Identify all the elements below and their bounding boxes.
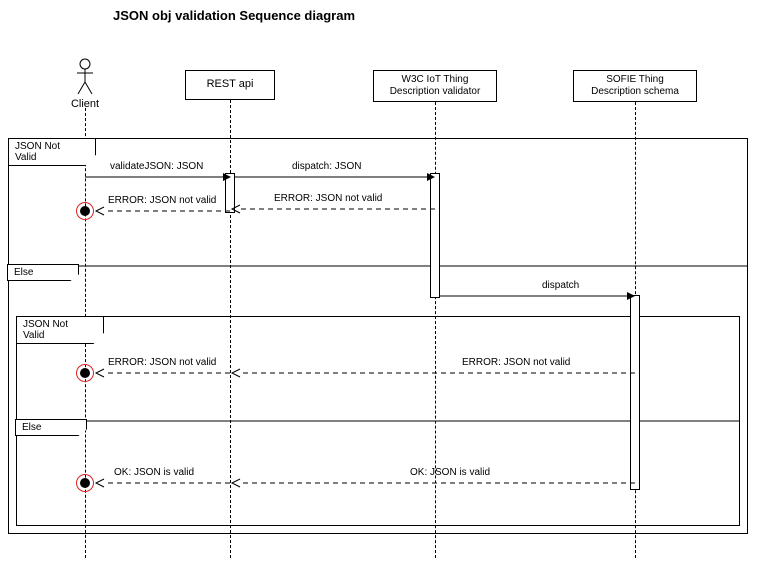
guard-else-outer: Else (7, 264, 79, 281)
guard-json-not-valid-1: JSON Not Valid (8, 138, 96, 166)
termination-2 (76, 364, 94, 382)
msg-validate-json-label: validateJSON: JSON (108, 161, 205, 172)
participant-w3c: W3C IoT Thing Description validator (373, 70, 497, 102)
msg-error-1 (230, 205, 435, 213)
participant-rest: REST api (185, 70, 275, 100)
msg-error-2 (94, 207, 230, 215)
sequence-diagram: JSON obj validation Sequence diagram Cli… (0, 0, 761, 581)
diagram-title: JSON obj validation Sequence diagram (113, 8, 355, 23)
msg-dispatch-label: dispatch (540, 280, 581, 291)
msg-error-1-label: ERROR: JSON not valid (272, 193, 384, 204)
msg-ok-2-label: OK: JSON is valid (112, 467, 196, 478)
guard-json-not-valid-2: JSON Not Valid (16, 316, 104, 344)
actor-icon (75, 58, 95, 96)
activation-sofie (630, 295, 640, 490)
guard-else-inner: Else (15, 419, 87, 436)
msg-error-4-label: ERROR: JSON not valid (106, 357, 218, 368)
participant-rest-label: REST api (207, 78, 254, 91)
msg-validate-json (85, 173, 230, 181)
msg-error-3-label: ERROR: JSON not valid (460, 357, 572, 368)
msg-dispatch (440, 292, 635, 300)
msg-dispatch-json (235, 173, 435, 181)
actor-client: Client (70, 58, 100, 110)
else-divider-outer (8, 265, 748, 267)
msg-error-2-label: ERROR: JSON not valid (106, 195, 218, 206)
msg-error-4 (94, 369, 230, 377)
termination-3 (76, 474, 94, 492)
msg-ok-1 (230, 479, 635, 487)
termination-1 (76, 202, 94, 220)
msg-ok-2 (94, 479, 230, 487)
participant-sofie: SOFIE Thing Description schema (573, 70, 697, 102)
activation-w3c (430, 173, 440, 298)
msg-dispatch-json-label: dispatch: JSON (290, 161, 363, 172)
msg-error-3 (230, 369, 635, 377)
participant-sofie-label: SOFIE Thing Description schema (591, 74, 679, 98)
participant-w3c-label: W3C IoT Thing Description validator (390, 74, 481, 98)
msg-ok-1-label: OK: JSON is valid (408, 467, 492, 478)
